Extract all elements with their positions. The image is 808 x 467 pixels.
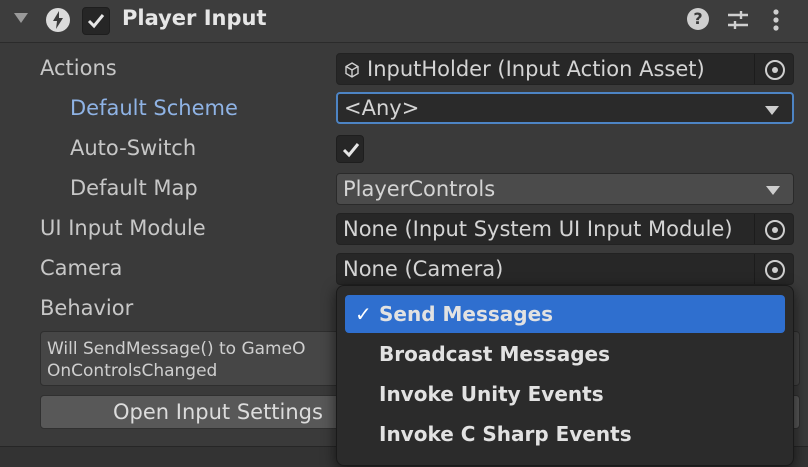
kebab-menu-icon[interactable]: [768, 7, 784, 33]
auto-switch-label: Auto-Switch: [70, 136, 197, 160]
menu-item-label: Invoke Unity Events: [379, 382, 604, 406]
camera-value: None (Camera): [343, 257, 504, 281]
auto-switch-checkbox[interactable]: [336, 135, 364, 163]
component-title: Player Input: [122, 6, 267, 30]
menu-item-label: Invoke C Sharp Events: [379, 422, 632, 446]
default-scheme-label: Default Scheme: [70, 96, 238, 120]
ui-input-module-value: None (Input System UI Input Module): [343, 217, 733, 241]
check-icon: [342, 143, 360, 158]
foldout-arrow-icon[interactable]: [14, 13, 28, 23]
menu-item-send-messages[interactable]: ✓ Send Messages: [345, 295, 785, 333]
chevron-down-icon: [765, 106, 779, 115]
ui-input-module-object-field[interactable]: None (Input System UI Input Module): [336, 213, 794, 245]
object-picker-icon[interactable]: [765, 260, 785, 280]
actions-label: Actions: [40, 56, 117, 80]
default-map-dropdown[interactable]: PlayerControls: [336, 173, 794, 205]
cube-icon: [345, 62, 359, 78]
menu-item-label: Broadcast Messages: [379, 342, 610, 366]
actions-value: InputHolder (Input Action Asset): [367, 57, 705, 81]
component-enabled-checkbox[interactable]: [82, 7, 110, 35]
behavior-label: Behavior: [40, 296, 134, 320]
default-map-value: PlayerControls: [343, 177, 496, 201]
chevron-down-icon: [766, 186, 780, 195]
help-icon[interactable]: ?: [687, 8, 709, 30]
lightning-bolt-icon: [46, 8, 70, 32]
camera-object-field[interactable]: None (Camera): [336, 253, 794, 285]
default-scheme-dropdown[interactable]: <Any>: [336, 92, 794, 124]
sliders-icon[interactable]: [726, 8, 750, 32]
check-icon: [87, 14, 105, 29]
menu-item-broadcast-messages[interactable]: Broadcast Messages: [345, 335, 785, 373]
camera-label: Camera: [40, 256, 123, 280]
checkmark-icon: ✓: [355, 302, 372, 326]
menu-item-invoke-unity-events[interactable]: Invoke Unity Events: [345, 375, 785, 413]
menu-item-invoke-c-sharp-events[interactable]: Invoke C Sharp Events: [345, 415, 785, 453]
object-picker-icon[interactable]: [765, 60, 785, 80]
menu-item-label: Send Messages: [379, 302, 554, 326]
behavior-dropdown-menu: ✓ Send Messages Broadcast Messages Invok…: [336, 285, 794, 466]
object-picker-icon[interactable]: [765, 220, 785, 240]
actions-object-field[interactable]: InputHolder (Input Action Asset): [336, 53, 794, 85]
default-map-label: Default Map: [70, 176, 198, 200]
ui-input-module-label: UI Input Module: [40, 216, 206, 240]
default-scheme-value: <Any>: [344, 96, 420, 120]
